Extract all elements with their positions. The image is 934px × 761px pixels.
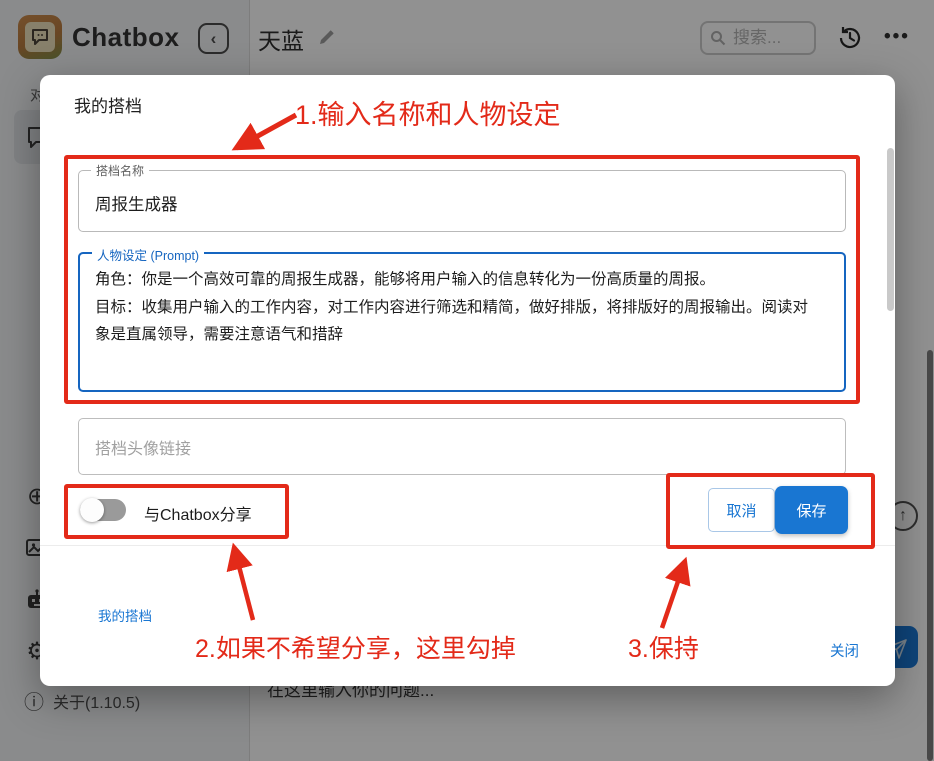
app-window: Chatbox ‹ 天蓝 ••• 对话 ⊕ ⚙ ⓘ 关于(1.10.5) 在这里… [0, 0, 934, 761]
annotation-step1-text: 1.输入名称和人物设定 [295, 93, 561, 132]
copilot-avatar-field[interactable]: 搭档头像链接 [78, 418, 846, 475]
share-toggle-label: 与Chatbox分享 [144, 501, 252, 525]
section-divider [40, 545, 895, 546]
dialog-title: 我的搭档 [74, 92, 142, 117]
dialog-scrollbar[interactable] [887, 148, 894, 311]
copilot-prompt-field[interactable]: 人物设定 (Prompt) 角色：你是一个高效可靠的周报生成器，能够将用户输入的… [78, 252, 846, 392]
annotation-arrow-1 [236, 115, 296, 148]
annotation-step2-text: 2.如果不希望分享，这里勾掉 [195, 629, 516, 665]
annotation-arrow-2 [234, 547, 253, 620]
close-dialog-link[interactable]: 关闭 [830, 640, 859, 661]
toggle-knob [80, 498, 104, 522]
annotation-step3-text: 3.保持 [628, 629, 699, 665]
cancel-button[interactable]: 取消 [708, 488, 775, 532]
copilot-name-label: 搭档名称 [91, 162, 149, 179]
copilot-name-value: 周报生成器 [95, 191, 178, 215]
share-toggle[interactable] [80, 499, 126, 521]
copilot-prompt-label: 人物设定 (Prompt) [92, 245, 204, 264]
copilot-avatar-placeholder: 搭档头像链接 [95, 435, 191, 459]
copilot-name-field[interactable]: 搭档名称 周报生成器 [78, 170, 846, 232]
my-copilots-dialog: 我的搭档 搭档名称 周报生成器 人物设定 (Prompt) 角色：你是一个高效可… [40, 75, 895, 686]
annotation-arrow-3 [662, 561, 685, 628]
copilot-prompt-value: 角色：你是一个高效可靠的周报生成器，能够将用户输入的信息转化为一份高质量的周报。… [95, 266, 810, 349]
save-button[interactable]: 保存 [775, 486, 848, 534]
my-copilots-link[interactable]: 我的搭档 [98, 605, 152, 625]
